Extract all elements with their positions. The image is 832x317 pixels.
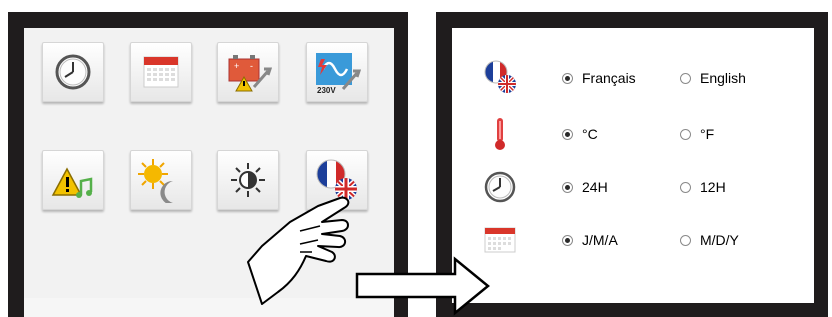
language-flags-icon [316, 159, 357, 200]
radio-jma[interactable]: J/M/A [562, 231, 618, 249]
language-settings-button[interactable] [306, 150, 368, 210]
radio-dot[interactable] [680, 181, 691, 193]
clock-icon [480, 167, 520, 207]
language-row: Français English [452, 58, 814, 98]
alert-sound-settings-button[interactable] [42, 150, 104, 210]
radio-label: M/D/Y [700, 232, 739, 248]
radio-english[interactable]: English [680, 69, 746, 87]
battery-warning-tools-icon: + - [228, 55, 272, 92]
radio-label: J/M/A [582, 232, 618, 248]
radio-celsius[interactable]: °C [562, 125, 598, 143]
radio-dot-selected[interactable] [562, 234, 573, 246]
radio-label: English [700, 70, 746, 86]
brightness-settings-button[interactable] [217, 150, 279, 210]
radio-francais[interactable]: Français [562, 69, 636, 87]
settings-options: Français English °C °F 24H 12H J/M/A M/D… [452, 28, 814, 303]
radio-12h[interactable]: 12H [680, 178, 726, 196]
settings-menu-panel: + - 230V [8, 12, 408, 317]
calendar-settings-button[interactable] [130, 42, 192, 102]
radio-dot-selected[interactable] [562, 128, 573, 140]
radio-dot[interactable] [680, 128, 691, 140]
radio-label: °F [700, 126, 715, 142]
svg-text:-: - [250, 61, 253, 71]
radio-dot[interactable] [680, 72, 691, 84]
radio-label: Français [582, 70, 636, 86]
power-230v-tools-icon: 230V [316, 53, 361, 95]
menu-bottom-strip [24, 298, 394, 317]
sun-moon-icon [138, 159, 179, 203]
settings-menu-grid: + - 230V [24, 28, 394, 317]
clock-icon [55, 54, 91, 90]
radio-24h[interactable]: 24H [562, 178, 608, 196]
temperature-row: °C °F [452, 114, 814, 154]
calendar-icon [480, 220, 520, 260]
voltage-label: 230V [317, 86, 336, 95]
radio-dot-selected[interactable] [562, 72, 573, 84]
radio-dot[interactable] [680, 234, 691, 246]
radio-label: 24H [582, 179, 608, 195]
radio-dot-selected[interactable] [562, 181, 573, 193]
power-settings-button[interactable]: 230V [306, 42, 368, 102]
date-format-row: J/M/A M/D/Y [452, 220, 814, 260]
radio-fahrenheit[interactable]: °F [680, 125, 714, 143]
battery-settings-button[interactable]: + - [217, 42, 279, 102]
radio-mdy[interactable]: M/D/Y [680, 231, 739, 249]
thermometer-icon [480, 114, 520, 154]
alert-music-icon [51, 167, 93, 198]
svg-text:+: + [234, 61, 239, 71]
language-units-panel: Français English °C °F 24H 12H J/M/A M/D… [436, 12, 828, 317]
clock-settings-button[interactable] [42, 42, 104, 102]
radio-label: °C [582, 126, 598, 142]
language-flags-icon [480, 58, 520, 98]
time-format-row: 24H 12H [452, 167, 814, 207]
calendar-icon [143, 56, 179, 88]
day-night-settings-button[interactable] [130, 150, 192, 210]
radio-label: 12H [700, 179, 726, 195]
brightness-icon [231, 163, 265, 197]
